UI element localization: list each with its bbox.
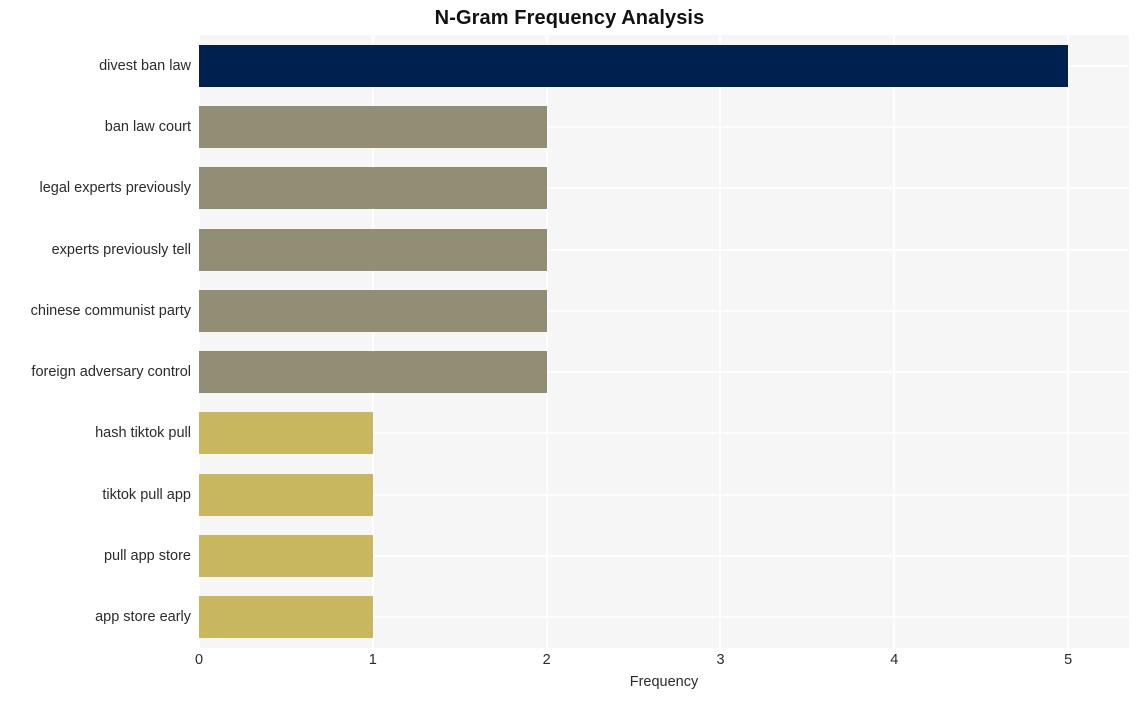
y-axis-tick-label: divest ban law — [99, 57, 191, 74]
bar — [199, 44, 1069, 87]
bar — [199, 535, 373, 578]
y-axis-tick-label: tiktok pull app — [102, 486, 191, 503]
y-axis-tick-label: foreign adversary control — [31, 364, 191, 381]
chart-figure: N-Gram Frequency Analysis divest ban law… — [0, 0, 1139, 701]
x-axis-title: Frequency — [629, 674, 699, 690]
y-axis-tick-label: app store early — [95, 609, 191, 626]
bar — [199, 596, 373, 639]
bar — [199, 105, 547, 148]
chart-title: N-Gram Frequency Analysis — [434, 7, 705, 29]
x-axis-tick-label: 3 — [716, 652, 725, 668]
bar — [199, 167, 547, 210]
x-axis-tick-labels: 0 1 2 3 4 5 — [195, 648, 1129, 674]
y-axis-tick-label: legal experts previously — [39, 180, 191, 197]
y-axis-tick-label: experts previously tell — [51, 241, 191, 258]
bar — [199, 289, 547, 332]
plot-area — [199, 35, 1129, 648]
x-axis-tick-label: 5 — [1064, 652, 1073, 668]
x-axis-tick-label: 4 — [890, 652, 899, 668]
y-axis-tick-label: hash tiktok pull — [95, 425, 191, 442]
y-axis-tick-label: ban law court — [104, 118, 191, 135]
y-axis-tick-labels: divest ban law ban law court legal experts… — [0, 35, 191, 648]
y-axis-tick-label: chinese communist party — [30, 302, 191, 319]
bar — [199, 228, 547, 271]
bar — [199, 473, 373, 516]
x-axis-tick-label: 1 — [368, 652, 377, 668]
x-axis-tick-label: 0 — [194, 652, 204, 668]
x-axis-tick-label: 2 — [542, 652, 551, 668]
bar — [199, 412, 373, 455]
y-axis-tick-label: pull app store — [103, 548, 191, 565]
bar — [199, 351, 547, 394]
